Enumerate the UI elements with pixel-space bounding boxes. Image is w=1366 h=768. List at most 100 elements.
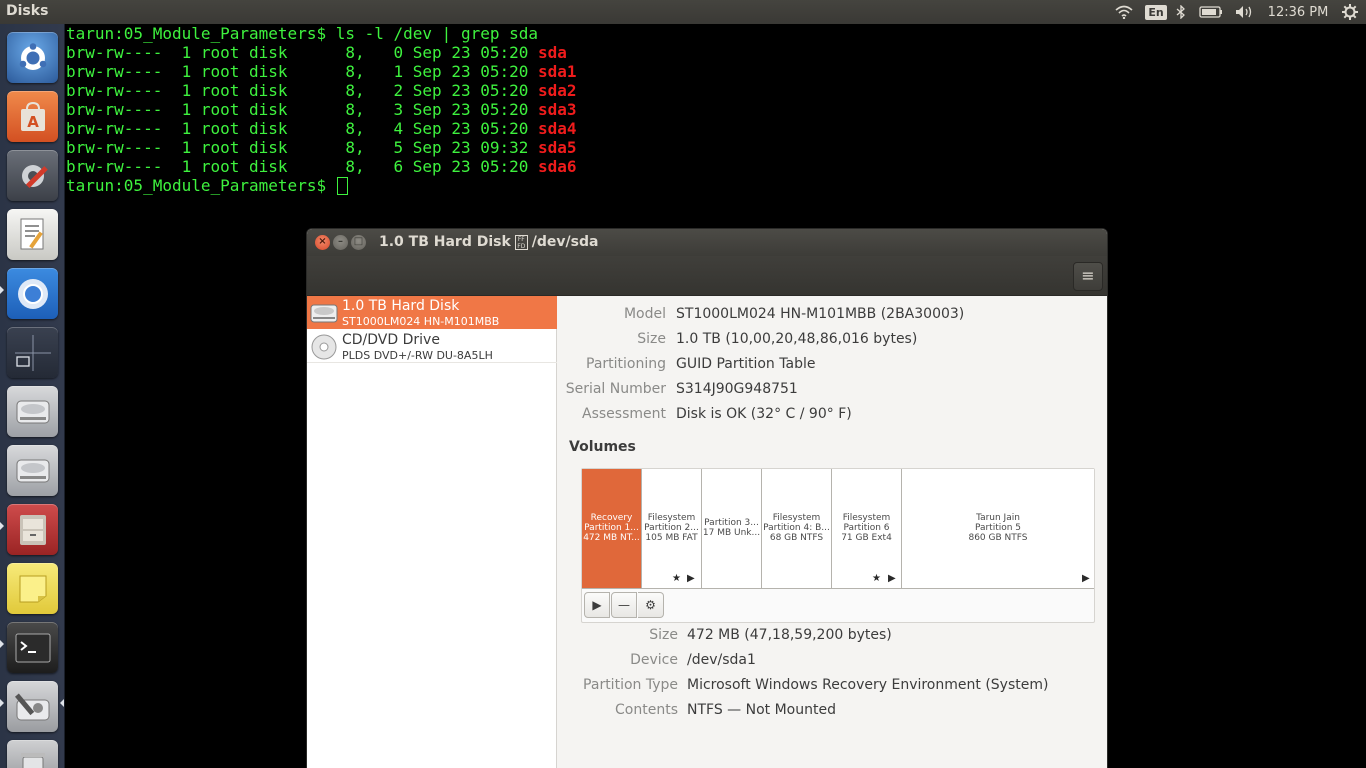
terminal-line: brw-rw---- 1 root disk 8, 1 Sep 23 05:20… [66,62,1366,81]
gear-icon[interactable] [1338,0,1362,24]
play-icon[interactable]: ▶ [1082,574,1090,584]
maximize-button[interactable]: □ [351,235,366,250]
contents-label: Contents [615,702,678,718]
clock-text: 12:36 PM [1267,4,1329,20]
grep-match-suffix: 6 [566,157,577,176]
drive-name: CD/DVD Drive [342,332,440,348]
mount-button[interactable]: ▶ [584,592,610,618]
volume-partition-3[interactable]: Partition 3... 17 MB Unk... [702,469,762,588]
desktop: Disks En 12:36 PM A tarun:05_Module_Para… [0,0,1366,768]
volume-label: Filesystem Partition 4: B... 68 GB NTFS [763,513,830,543]
drive-icon[interactable] [7,445,58,496]
volume-partition-5[interactable]: Tarun Jain Partition 5 860 GB NTFS ▶ [902,469,1094,588]
terminal-output: tarun:05_Module_Parameters$ ls -l /dev |… [66,24,1366,176]
terminal-text: brw-rw---- 1 root disk 8, 0 Sep 23 05:20 [66,43,539,62]
volume-bar: Recovery Partition 1... 472 MB NT... Files… [582,469,1094,589]
assessment-label: Assessment [582,406,666,422]
focused-indicator [60,699,64,707]
volume-label: Partition 3... 17 MB Unk... [702,518,761,538]
device-label: Device [630,652,678,668]
partition-options-button[interactable]: ⚙ [638,592,664,618]
partition-size-label: Size [649,627,678,643]
play-icon: ▶ [592,598,602,612]
running-indicator [0,286,4,294]
serial-label: Serial Number [565,381,666,397]
volume-partition-1[interactable]: Recovery Partition 1... 472 MB NT... [582,469,642,588]
grep-match-suffix: 4 [566,119,577,138]
running-indicator [0,640,4,648]
volume-toolbar: ▶ — ⚙ [584,592,664,620]
bluetooth-icon[interactable] [1174,0,1188,24]
text-cursor [336,177,348,195]
volume-label: Recovery Partition 1... 472 MB NT... [583,513,640,543]
window-title-path: /dev/sda [531,234,599,250]
size-value: 1.0 TB (10,00,20,48,86,016 bytes) [676,331,918,347]
volumes-panel: Recovery Partition 1... 472 MB NT... Files… [581,468,1095,623]
play-icon[interactable]: ▶ [687,574,695,584]
play-icon[interactable]: ▶ [888,574,896,584]
delete-partition-button[interactable]: — [611,592,637,618]
volume-partition-4[interactable]: Filesystem Partition 4: B... 68 GB NTFS [762,469,832,588]
app-title: Disks [6,3,49,19]
grep-match: sda [538,119,567,138]
battery-icon[interactable] [1198,0,1224,24]
header-bar: ≡ [307,256,1107,296]
close-button[interactable]: × [315,235,330,250]
terminal-text: brw-rw---- 1 root disk 8, 6 Sep 23 05:20 [66,157,539,176]
sticky-notes-icon[interactable] [7,563,58,614]
grep-match: sda [538,43,567,62]
terminal-text: brw-rw---- 1 root disk 8, 4 Sep 23 05:20 [66,119,539,138]
grep-match-suffix: 2 [566,81,577,100]
volume-partition-6[interactable]: Filesystem Partition 6 71 GB Ext4 ★ ▶ [832,469,902,588]
close-icon: × [318,236,327,247]
terminal-text: brw-rw---- 1 root disk 8, 1 Sep 23 05:20 [66,62,539,81]
star-icon: ★ [872,573,881,584]
terminal-line: tarun:05_Module_Parameters$ ls -l /dev |… [66,24,1366,43]
wifi-icon[interactable] [1112,0,1136,24]
window-titlebar[interactable]: × – □ 1.0 TB Hard Disk FF FD/dev/sda [307,229,1107,256]
menu-button[interactable]: ≡ [1073,262,1103,291]
disks-app-icon[interactable] [7,681,58,732]
minimize-button[interactable]: – [333,235,348,250]
partitioning-label: Partitioning [586,356,666,372]
volume-label: Filesystem Partition 6 71 GB Ext4 [841,513,892,543]
drive-item-hard-disk[interactable]: 1.0 TB Hard Disk ST1000LM024 HN-M101MBB [307,296,557,329]
volume-icon[interactable] [1234,0,1256,24]
model-label: Model [623,306,666,322]
terminal-icon[interactable] [7,622,58,673]
file-manager-icon[interactable] [7,504,58,555]
size-label: Size [637,331,666,347]
device-glyph-icon: FF FD [514,235,528,250]
window-title-text: 1.0 TB Hard Disk [379,234,511,250]
grep-match-suffix: 1 [566,62,577,81]
terminal-prompt-line[interactable]: tarun:05_Module_Parameters$ [66,176,1366,195]
software-center-icon[interactable]: A [7,91,58,142]
drive-item-cd-dvd[interactable]: CD/DVD Drive PLDS DVD+/-RW DU-8A5LH [307,330,557,363]
partitioning-value: GUID Partition Table [676,356,816,372]
grep-match: sda [538,62,567,81]
dash-launcher-icon[interactable] [7,32,58,83]
optical-disc-icon [311,334,337,360]
terminal-text: brw-rw---- 1 root disk 8, 3 Sep 23 05:20 [66,100,539,119]
text-editor-icon[interactable] [7,209,58,260]
terminal-line: brw-rw---- 1 root disk 8, 3 Sep 23 05:20… [66,100,1366,119]
clock[interactable]: 12:36 PM [1262,0,1334,24]
volume-partition-2[interactable]: Filesystem Partition 2... 105 MB FAT ★ ▶ [642,469,702,588]
grep-match: sda [538,100,567,119]
terminal-line: brw-rw---- 1 root disk 8, 4 Sep 23 05:20… [66,119,1366,138]
device-value: /dev/sda1 [687,652,756,668]
hamburger-icon: ≡ [1081,266,1095,285]
keyboard-layout-indicator[interactable]: En [1143,0,1169,24]
workspace-switcher-icon[interactable] [7,327,58,378]
svg-text:A: A [27,113,39,131]
partition-type-label: Partition Type [583,677,678,693]
contents-value: NTFS — Not Mounted [687,702,836,718]
trash-icon[interactable] [7,740,58,768]
model-value: ST1000LM024 HN-M101MBB (2BA30003) [676,306,965,322]
drive-icon[interactable] [7,386,58,437]
chromium-browser-icon[interactable] [7,268,58,319]
disk-details: Model ST1000LM024 HN-M101MBB (2BA30003) … [558,296,1107,768]
top-panel: Disks En 12:36 PM [0,0,1366,24]
volume-label: Tarun Jain Partition 5 860 GB NTFS [968,513,1028,543]
system-settings-icon[interactable] [7,150,58,201]
